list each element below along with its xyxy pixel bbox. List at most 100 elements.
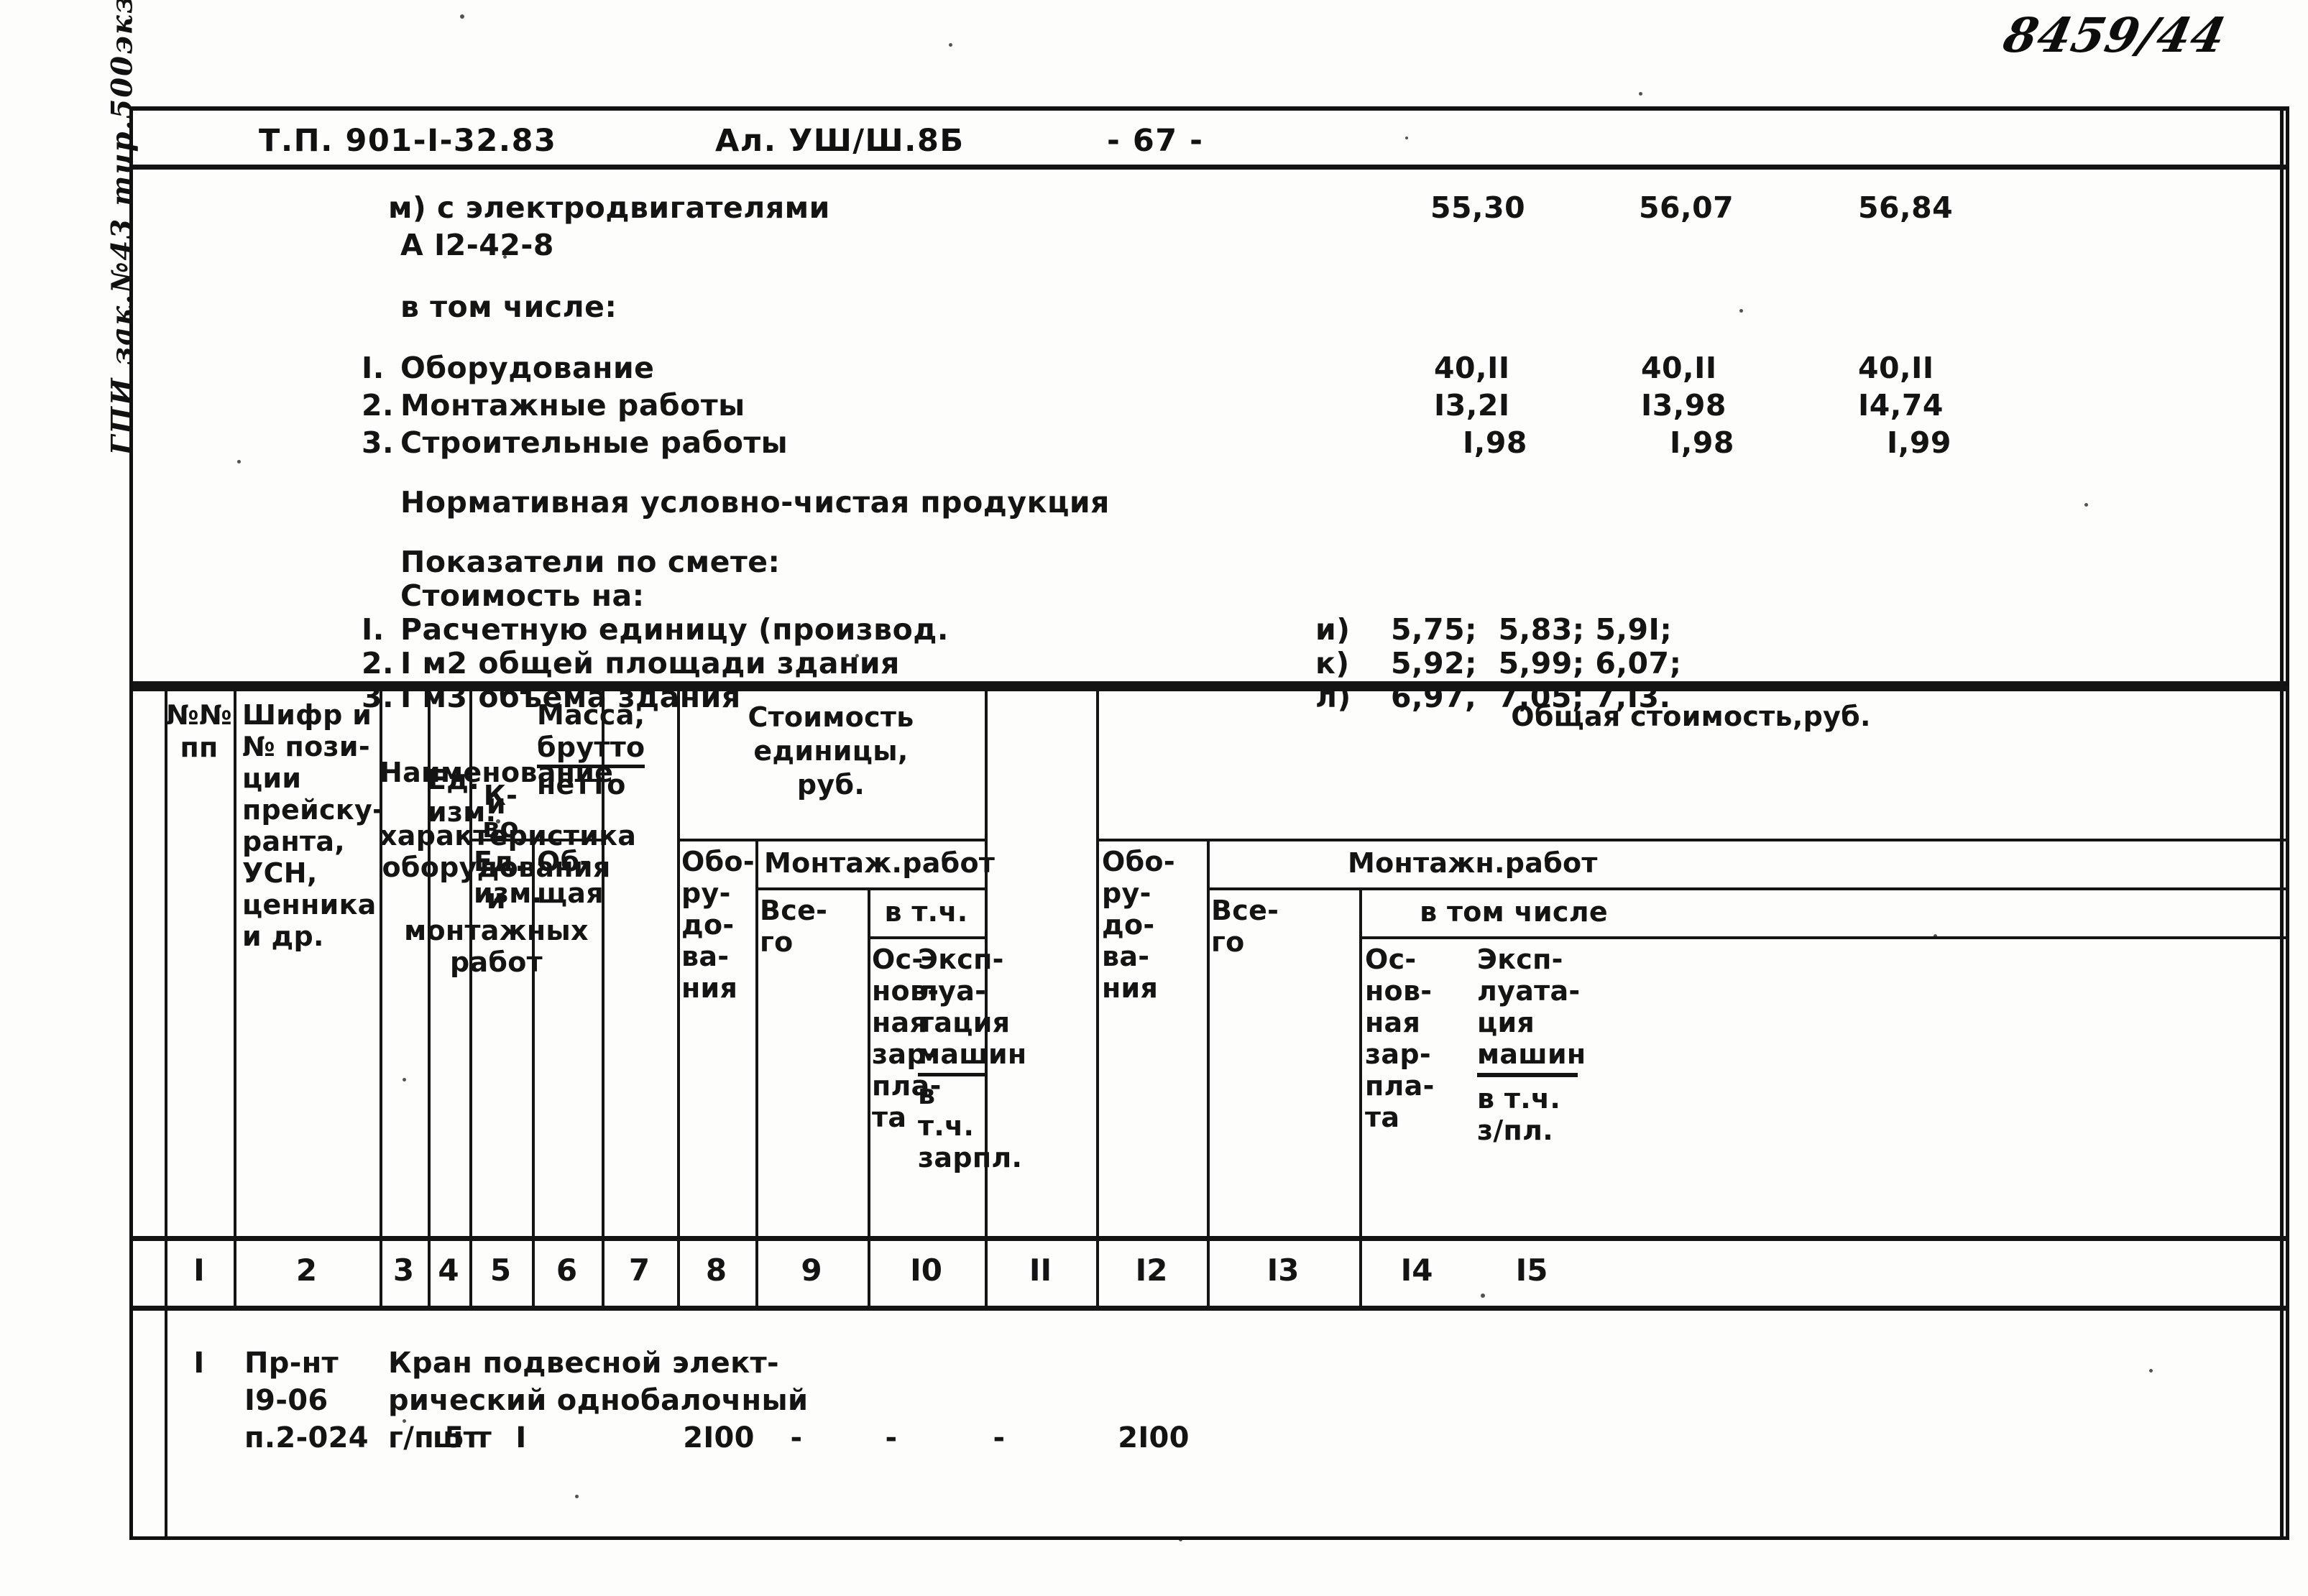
cost-label: Стоимость на: (400, 578, 645, 613)
col-sep-install-total (755, 839, 758, 1236)
hdr-unit-cost-machines: Эксп- луа- тация машин (918, 944, 1027, 1070)
breakdown-1-value-1: 40,II (1434, 351, 1510, 385)
hdr-unit-machines-underline (918, 1073, 986, 1076)
col-sep-tc-install-total (1207, 839, 1210, 1236)
col-sep-2 (234, 686, 236, 1236)
breakdown-label-3: Строительные работы (400, 425, 789, 460)
col-sep-tc-inwhich (1359, 887, 1362, 1236)
motor-value-3: 56,84 (1858, 190, 1954, 225)
hdr-unit-cost-group: Стоимость единицы, руб. (748, 701, 914, 801)
scan-speckle (460, 14, 464, 19)
nchp-label: Нормативная условно-чистая продукция (400, 485, 1110, 520)
estimate-label: Показатели по смете: (400, 545, 781, 579)
page-number: - 67 - (1107, 123, 1204, 159)
hdr-total-cost-group: Общая стоимость,руб. (1511, 701, 1871, 732)
motor-value-2: 56,07 (1639, 190, 1734, 225)
colnum-15: I5 (1515, 1253, 1548, 1288)
breakdown-3-value-3: I,99 (1887, 425, 1951, 460)
hdr-mass-group: Масса, (537, 699, 645, 731)
cost-row-label-2: I м2 общей площади здания (400, 646, 900, 681)
hdr-mass-brutto: брутто (537, 732, 659, 768)
cost-row-marker-2: к) (1315, 646, 1350, 681)
breakdown-no-3: 3. (362, 425, 395, 460)
hdr-mass-netto: нетто (537, 769, 626, 801)
scan-speckle (1639, 92, 1642, 96)
breakdown-label-1: Оборудование (400, 351, 655, 385)
hdr-qty: К-во (482, 780, 519, 844)
hdr-total-in-tom-chisle: в том числе (1420, 896, 1608, 928)
motor-line-label: м) с электродвигателями (388, 190, 830, 225)
hdr-unit-cost-machines-sub: в т.ч. зарпл. (918, 1079, 1023, 1173)
breakdown-3-value-1: I,98 (1463, 425, 1527, 460)
col-sep-1 (165, 686, 167, 1236)
hdr-total-cost-install: Монтажн.работ (1348, 847, 1598, 879)
breakdown-1-value-2: 40,II (1641, 351, 1717, 385)
hdr-code-position: Шифр и № пози- ции прейску- ранта, УСН, … (242, 699, 385, 952)
cost-row-no-1: I. (362, 612, 385, 647)
hdr-unit: Ед. изм. (428, 764, 497, 828)
breakdown-no-2: 2. (362, 388, 395, 423)
page-header-band: Т.П. 901-I-32.83 Ал. УШ/Ш.8Б - 67 - (133, 110, 2286, 170)
hdr-mass-total: Об- щая (537, 846, 604, 909)
motor-line-label2: А I2-42-8 (400, 228, 554, 262)
colnum-10: I0 (910, 1253, 942, 1288)
row-qty: I (515, 1421, 527, 1454)
hdr-total-cost-equipment: Обо- ру- до- ва- ния (1102, 846, 1175, 1004)
colnum-11: II (1029, 1253, 1052, 1288)
hdr-total-cost-machines-sub: в т.ч. з/пл. (1477, 1083, 1561, 1146)
row-code: Пр-нт I9-06 п.2-024 (244, 1347, 369, 1454)
colnum-13: I3 (1266, 1253, 1300, 1288)
row-no: I (193, 1347, 205, 1380)
colnum-14: I4 (1400, 1253, 1433, 1288)
colnum-5: 5 (489, 1253, 512, 1288)
body-sep-1 (165, 1306, 167, 1536)
col-sep-totalcost-right (2286, 686, 2289, 1236)
hdr-unit-cost-total: Все- го (760, 895, 828, 958)
colnum-2: 2 (295, 1253, 318, 1288)
hdr-mass-brutto-text: брутто (537, 732, 645, 768)
hdr-total-cost-machines: Эксп- луата- ция машин (1477, 944, 1586, 1070)
document-code: Т.П. 901-I-32.83 (259, 123, 557, 159)
archive-number-handwritten: 8459/44 (1999, 7, 2232, 63)
equipment-cost-table: №№ пп Шифр и № пози- ции прейску- ранта,… (133, 686, 2289, 1536)
hdr-no-pp: №№ пп (165, 699, 233, 763)
hdr-unitcost-split (677, 839, 985, 841)
colnum-7: 7 (628, 1253, 650, 1288)
hdr-unit-in-which: в т.ч. (884, 896, 968, 928)
album-label: Ал. УШ/Ш.8Б (715, 123, 965, 159)
hdr-total-cost-basic-wage: Ос- нов- ная зар- пла- та (1365, 944, 1435, 1133)
hdr-inwhich-split (868, 936, 985, 939)
col-sep-install-inwhich (868, 887, 870, 1236)
cost-row-no-2: 2. (362, 646, 395, 681)
colnum-1: I (193, 1253, 205, 1288)
num-sep-15 (2286, 1236, 2289, 1306)
breakdown-3-value-2: I,98 (1670, 425, 1734, 460)
colnum-4: 4 (438, 1253, 459, 1288)
including-label: в том числе: (400, 290, 617, 324)
hdr-mass-unit: Ед. изм. (474, 846, 543, 909)
summary-block: м) с электродвигателями А I2-42-8 55,30 … (133, 175, 2286, 714)
motor-value-1: 55,30 (1430, 190, 1526, 225)
hdr-total-machines-underline (1477, 1073, 1578, 1077)
scan-speckle (949, 43, 952, 47)
row-uc-total: - (790, 1421, 803, 1454)
breakdown-label-2: Монтажные работы (400, 388, 745, 423)
cost-row-values-2: 5,92; 5,99; 6,07; (1391, 646, 1682, 681)
cost-row-values-1: 5,75; 5,83; 5,9I; (1391, 612, 1673, 647)
row-uc-machines: - (993, 1421, 1006, 1454)
row-tc-equipment: 2I00 (1118, 1421, 1190, 1454)
colnum-12: I2 (1135, 1253, 1168, 1288)
hdr-unit-cost-equipment: Обо- ру- до- ва- ния (681, 846, 755, 1004)
hdr-unit-cost-install: Монтаж.работ (764, 847, 996, 879)
breakdown-2-value-3: I4,74 (1858, 388, 1944, 423)
row-uc-equipment: 2I00 (683, 1421, 755, 1454)
row-uc-basic-wage: - (885, 1421, 898, 1454)
colnum-9: 9 (801, 1253, 822, 1288)
hdr-top-line (133, 686, 2286, 691)
row-unit: шт (432, 1421, 481, 1454)
cost-row-marker-1: и) (1315, 612, 1351, 647)
hdr-install-split (755, 887, 985, 890)
breakdown-1-value-3: 40,II (1858, 351, 1934, 385)
hdr-tc-install-split (1207, 887, 2286, 890)
col-sep-totalcost-equip (1096, 686, 1099, 1236)
